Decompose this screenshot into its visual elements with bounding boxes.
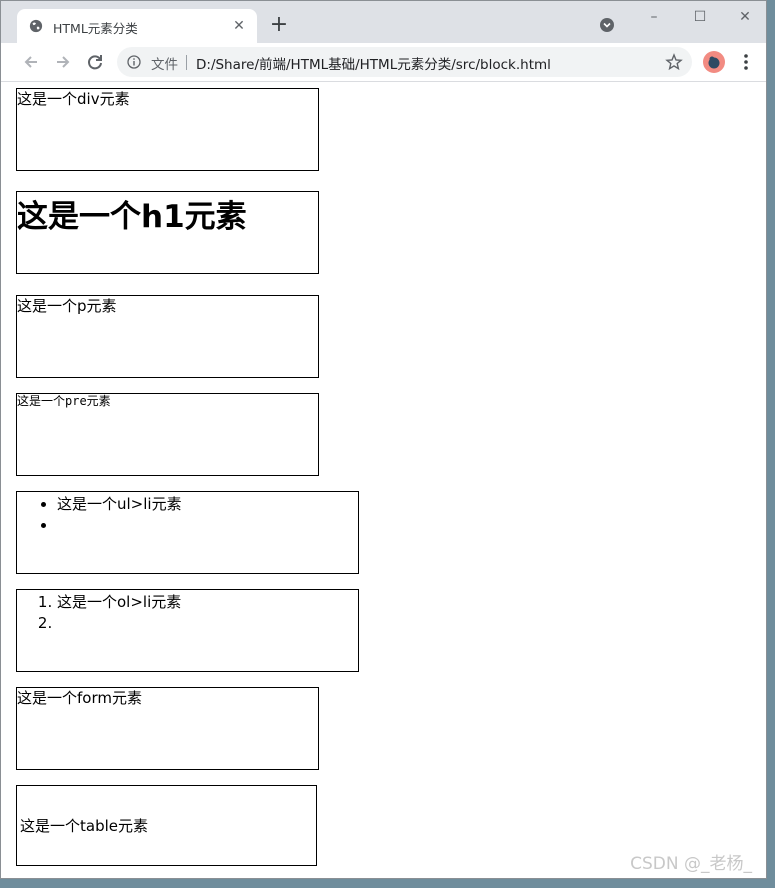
active-tab[interactable]: HTML元素分类 ✕ [17,9,257,43]
list-item [57,613,358,634]
list-item [57,515,358,536]
url-text[interactable]: D:/Share/前端/HTML基础/HTML元素分类/src/block.ht… [196,53,551,73]
avatar[interactable] [703,51,725,73]
table-element: 这是一个table元素 [16,785,317,866]
toolbar: 文件 D:/Share/前端/HTML基础/HTML元素分类/src/block… [1,43,766,82]
form-text: 这是一个form元素 [17,689,142,707]
p-element: 这是一个p元素 [16,295,319,378]
new-tab-button[interactable]: + [268,14,290,36]
tab-strip: HTML元素分类 ✕ + – ☐ ✕ [1,1,766,43]
p-text: 这是一个p元素 [17,297,117,315]
h1-element: 这是一个h1元素 [16,191,319,274]
ol-element: 这是一个ol>li元素 [16,589,359,672]
security-label: 文件 [151,57,178,73]
globe-icon [29,19,43,33]
tab-search-icon[interactable] [599,17,615,33]
forward-arrow-icon[interactable] [50,49,76,75]
div-element: 这是一个div元素 [16,88,319,171]
list-item: 这是一个ol>li元素 [57,592,358,613]
kebab-menu-icon[interactable] [738,52,754,72]
h1-heading: 这是一个h1元素 [17,199,247,235]
div-text: 这是一个div元素 [17,90,130,108]
table: 这是一个table元素 [17,786,151,865]
profile-icon [708,56,720,69]
bookmark-star-icon[interactable] [665,53,683,71]
info-icon[interactable] [127,55,141,69]
reload-icon[interactable] [82,49,108,75]
browser-window: HTML元素分类 ✕ + – ☐ ✕ 文件 D:/Share/前端/HTML基础… [0,0,767,879]
table-cell: 这是一个table元素 [20,817,148,835]
back-arrow-icon[interactable] [18,49,44,75]
pre-element: 这是一个pre元素 [16,393,319,476]
maximize-button[interactable]: ☐ [685,7,715,27]
ul-element: 这是一个ul>li元素 [16,491,359,574]
tab-title: HTML元素分类 [53,21,138,36]
watermark: CSDN @_老杨_ [630,854,752,874]
list-item: 这是一个ul>li元素 [57,494,358,515]
tab-close-icon[interactable]: ✕ [229,16,249,36]
table-row: 这是一个table元素 [19,788,149,863]
separator [186,55,187,70]
page-content: 这是一个div元素 这是一个h1元素 这是一个p元素 这是一个pre元素 这是一… [1,82,766,878]
minimize-button[interactable]: – [639,7,669,27]
ordered-list: 这是一个ol>li元素 [17,592,358,634]
window-close-button[interactable]: ✕ [730,7,760,27]
address-bar[interactable]: 文件 D:/Share/前端/HTML基础/HTML元素分类/src/block… [117,47,692,77]
pre-text: 这是一个pre元素 [17,394,111,408]
unordered-list: 这是一个ul>li元素 [17,494,358,536]
form-element: 这是一个form元素 [16,687,319,770]
